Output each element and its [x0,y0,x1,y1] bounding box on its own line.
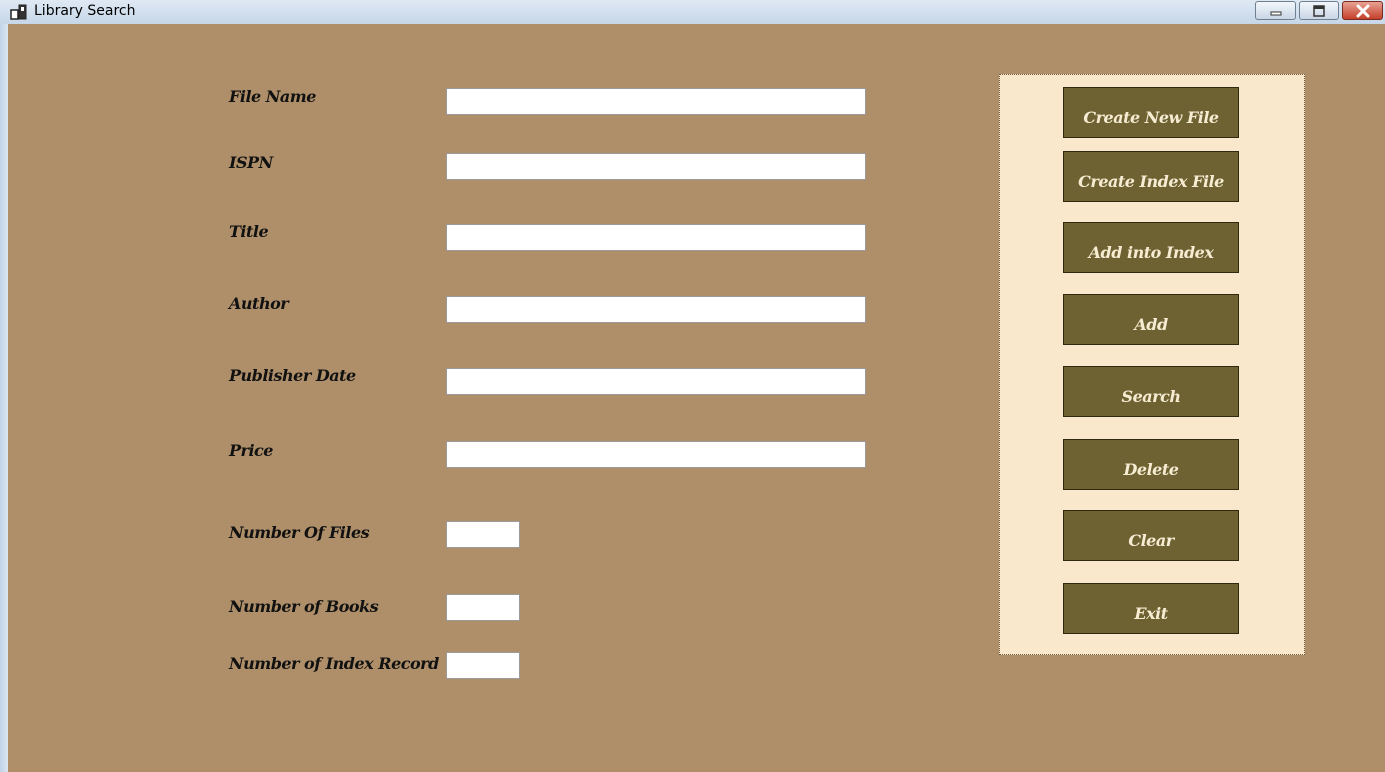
ispn-input[interactable] [446,153,866,180]
window-frame [0,24,8,772]
window-title: Library Search [34,3,136,19]
price-input[interactable] [446,441,866,468]
exit-button[interactable]: Exit [1063,583,1239,634]
publisher-date-input[interactable] [446,368,866,395]
close-button[interactable] [1342,1,1383,20]
create-new-file-button[interactable]: Create New File [1063,87,1239,138]
author-label: Author [229,294,289,313]
ispn-label: ISPN [229,153,273,172]
number-of-books-label: Number of Books [229,597,379,616]
minimize-icon [1270,11,1281,15]
title-bar[interactable]: Library Search [0,0,1385,24]
price-label: Price [229,441,273,460]
file-name-input[interactable] [446,88,866,115]
number-of-files-label: Number Of Files [229,523,370,542]
search-button[interactable]: Search [1063,366,1239,417]
title-label: Title [229,222,269,241]
clear-button[interactable]: Clear [1063,510,1239,561]
number-of-files-input[interactable] [446,521,520,548]
number-of-index-record-input[interactable] [446,652,520,679]
publisher-date-label: Publisher Date [229,366,356,385]
number-of-index-record-label: Number of Index Record [229,654,439,673]
add-button[interactable]: Add [1063,294,1239,345]
app-icon [10,4,27,20]
file-name-label: File Name [229,87,316,106]
close-icon [1356,4,1369,17]
maximize-button[interactable] [1299,1,1339,20]
title-input[interactable] [446,224,866,251]
number-of-books-input[interactable] [446,594,520,621]
delete-button[interactable]: Delete [1063,439,1239,490]
author-input[interactable] [446,296,866,323]
create-index-file-button[interactable]: Create Index File [1063,151,1239,202]
minimize-button[interactable] [1255,1,1296,20]
maximize-icon [1313,4,1325,17]
add-into-index-button[interactable]: Add into Index [1063,222,1239,273]
